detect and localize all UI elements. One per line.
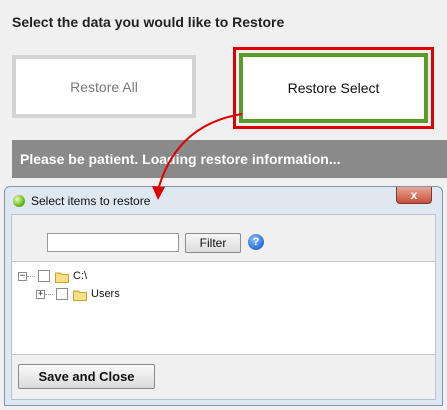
annotation-arrow-icon: [152, 113, 243, 200]
